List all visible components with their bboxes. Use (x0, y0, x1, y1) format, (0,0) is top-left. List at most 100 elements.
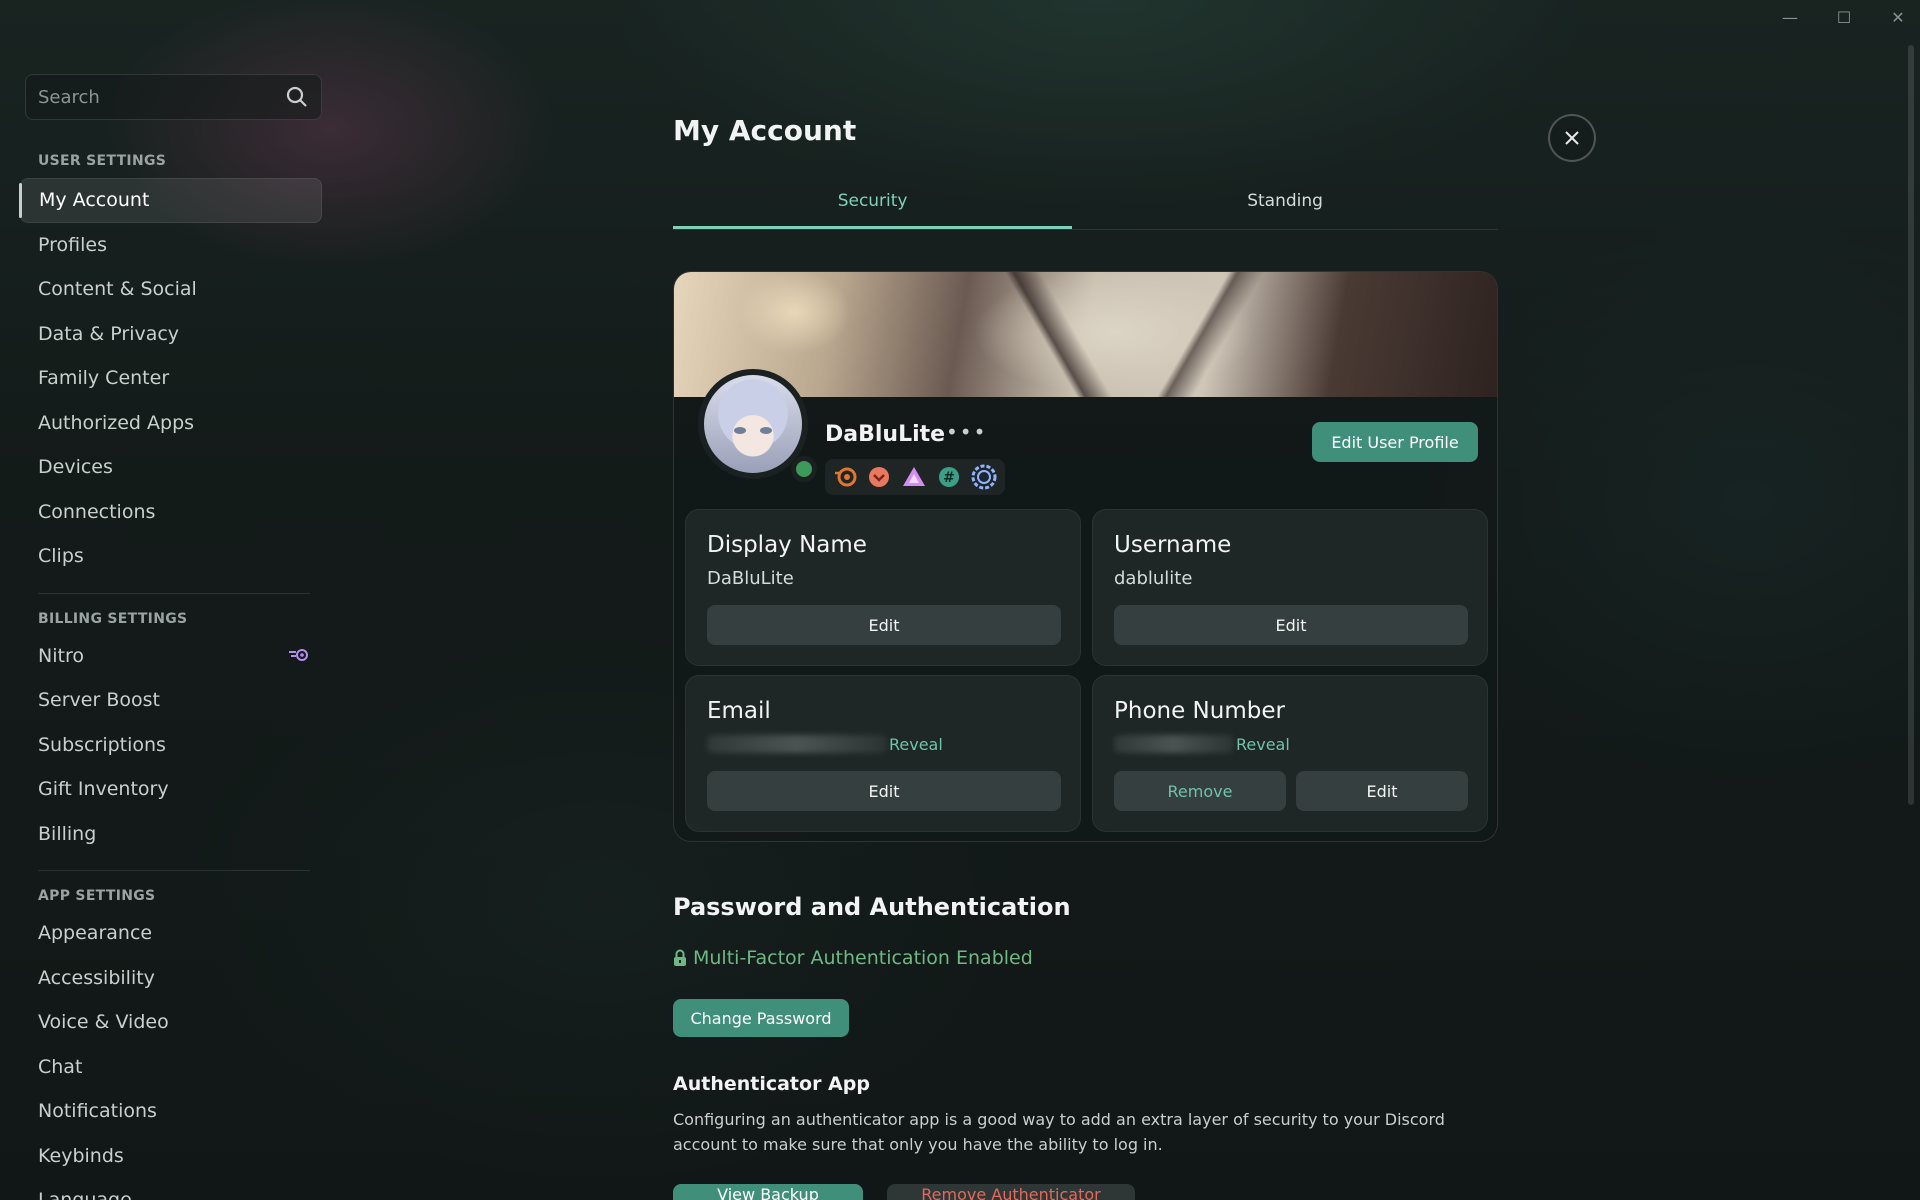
nitro-badge-icon[interactable] (833, 464, 857, 490)
sidebar-item-label: Language (38, 1189, 132, 1200)
lock-icon (674, 949, 686, 966)
sidebar-item-accessibility[interactable]: Accessibility (20, 956, 322, 1001)
search-box[interactable] (25, 74, 322, 120)
username-label: Username (1114, 532, 1232, 558)
edit-username-button[interactable]: Edit (1114, 605, 1468, 645)
quest-badge-icon[interactable] (971, 464, 997, 490)
username-value: dablulite (1114, 567, 1193, 589)
sidebar-item-label: Keybinds (38, 1144, 124, 1167)
account-card: DaBluLite ••• # Edit User Profile Displa… (673, 271, 1498, 842)
sidebar-item-label: Authorized Apps (38, 411, 195, 434)
hashtag-badge-icon[interactable]: # (937, 464, 961, 490)
window-controls: — ☐ ✕ (1780, 8, 1908, 27)
reveal-email-link[interactable]: Reveal (889, 735, 943, 754)
sidebar-item-my-account[interactable]: My Account (19, 178, 322, 223)
username-field: Username dablulite Edit (1092, 509, 1488, 666)
edit-user-profile-button[interactable]: Edit User Profile (1312, 422, 1478, 462)
sidebar-item-label: Family Center (38, 367, 170, 389)
sidebar-item-subscriptions[interactable]: Subscriptions (20, 723, 322, 768)
sidebar-item-label: My Account (39, 189, 150, 211)
main-scrollbar[interactable] (1908, 45, 1914, 805)
sidebar-item-label: Clips (38, 545, 84, 567)
minimize-icon[interactable]: — (1780, 8, 1800, 27)
sidebar-item-clips[interactable]: Clips (20, 534, 322, 579)
sidebar-item-label: Billing (38, 822, 97, 845)
account-tabs: Security Standing (673, 180, 1498, 230)
edit-phone-button[interactable]: Edit (1296, 771, 1468, 811)
search-input[interactable] (38, 86, 285, 108)
profile-display-name: DaBluLite (825, 422, 946, 447)
close-icon (1565, 131, 1579, 145)
hypesquad-badge-icon[interactable] (901, 464, 927, 490)
section-title-billing-settings: BILLING SETTINGS (38, 610, 188, 627)
avatar-image (704, 375, 802, 473)
sidebar-item-chat[interactable]: Chat (20, 1045, 322, 1090)
remove-phone-button[interactable]: Remove (1114, 771, 1286, 811)
boost-badge-icon[interactable] (867, 464, 891, 490)
more-options-icon[interactable]: ••• (946, 420, 987, 444)
sidebar-item-label: Data & Privacy (38, 322, 180, 345)
search-icon[interactable] (285, 85, 309, 109)
authenticator-app-description: Configuring an authenticator app is a go… (673, 1110, 1445, 1154)
sidebar-item-language[interactable]: Language (20, 1178, 322, 1200)
remove-authenticator-button[interactable]: Remove Authenticator App (887, 1184, 1135, 1200)
nitro-icon (288, 634, 310, 679)
sidebar-item-label: Devices (38, 456, 113, 478)
sidebar-item-billing[interactable]: Billing (20, 812, 322, 857)
divider (38, 870, 310, 871)
sidebar-item-label: Content & Social (38, 278, 197, 300)
sidebar-item-voice-video[interactable]: Voice & Video (20, 1000, 322, 1045)
sidebar-item-data-privacy[interactable]: Data & Privacy (20, 312, 322, 357)
sidebar-item-label: Notifications (38, 1100, 157, 1122)
hidden-email (707, 735, 887, 753)
display-name-label: Display Name (707, 532, 867, 558)
sidebar-item-keybinds[interactable]: Keybinds (20, 1134, 322, 1179)
tab-security[interactable]: Security (673, 180, 1073, 229)
view-backup-codes-button[interactable]: View Backup Codes (673, 1184, 863, 1200)
settings-nav: USER SETTINGS My Account Profiles Conten… (19, 150, 322, 1200)
sidebar-item-family-center[interactable]: Family Center (20, 356, 322, 401)
maximize-icon[interactable]: ☐ (1834, 8, 1854, 27)
phone-number-field: Phone Number Reveal Remove Edit (1092, 675, 1488, 832)
password-auth-title: Password and Authentication (673, 893, 1071, 921)
close-settings-button[interactable] (1548, 114, 1596, 162)
sidebar-item-content-social[interactable]: Content & Social (20, 267, 322, 312)
mfa-status: Multi-Factor Authentication Enabled (673, 947, 1033, 969)
edit-display-name-button[interactable]: Edit (707, 605, 1061, 645)
hidden-phone-number (1114, 735, 1234, 753)
sidebar-item-server-boost[interactable]: Server Boost (20, 678, 322, 723)
sidebar-item-label: Appearance (38, 922, 153, 944)
section-title-user-settings: USER SETTINGS (38, 153, 167, 169)
sidebar-item-label: Subscriptions (38, 733, 166, 756)
email-field: Email Reveal Edit (685, 675, 1081, 832)
email-label: Email (707, 698, 771, 724)
email-value: Reveal (707, 732, 1059, 756)
edit-email-button[interactable]: Edit (707, 771, 1061, 811)
sidebar-item-devices[interactable]: Devices (20, 445, 322, 490)
display-name-value: DaBluLite (707, 567, 794, 589)
sidebar-item-label: Accessibility (38, 966, 155, 989)
profile-banner (674, 272, 1497, 397)
tab-standing[interactable]: Standing (1072, 180, 1498, 229)
online-status-icon (791, 456, 817, 482)
phone-number-value: Reveal (1114, 732, 1466, 756)
profile-badges: # (825, 459, 1005, 495)
sidebar-item-profiles[interactable]: Profiles (20, 223, 322, 268)
close-window-icon[interactable]: ✕ (1888, 8, 1908, 27)
page-title: My Account (673, 114, 857, 147)
avatar[interactable] (698, 369, 817, 482)
settings-sidebar: USER SETTINGS My Account Profiles Conten… (0, 0, 340, 1200)
svg-text:#: # (943, 470, 955, 486)
sidebar-item-authorized-apps[interactable]: Authorized Apps (20, 401, 322, 446)
sidebar-item-label: Connections (38, 500, 156, 523)
sidebar-item-notifications[interactable]: Notifications (20, 1089, 322, 1134)
sidebar-item-label: Chat (38, 1055, 83, 1078)
sidebar-item-connections[interactable]: Connections (20, 490, 322, 535)
display-name-field: Display Name DaBluLite Edit (685, 509, 1081, 666)
change-password-button[interactable]: Change Password (673, 999, 849, 1037)
sidebar-item-appearance[interactable]: Appearance (20, 911, 322, 956)
sidebar-item-gift-inventory[interactable]: Gift Inventory (20, 767, 322, 812)
divider (38, 592, 310, 594)
sidebar-item-nitro[interactable]: Nitro (20, 634, 322, 679)
reveal-phone-link[interactable]: Reveal (1236, 735, 1290, 754)
